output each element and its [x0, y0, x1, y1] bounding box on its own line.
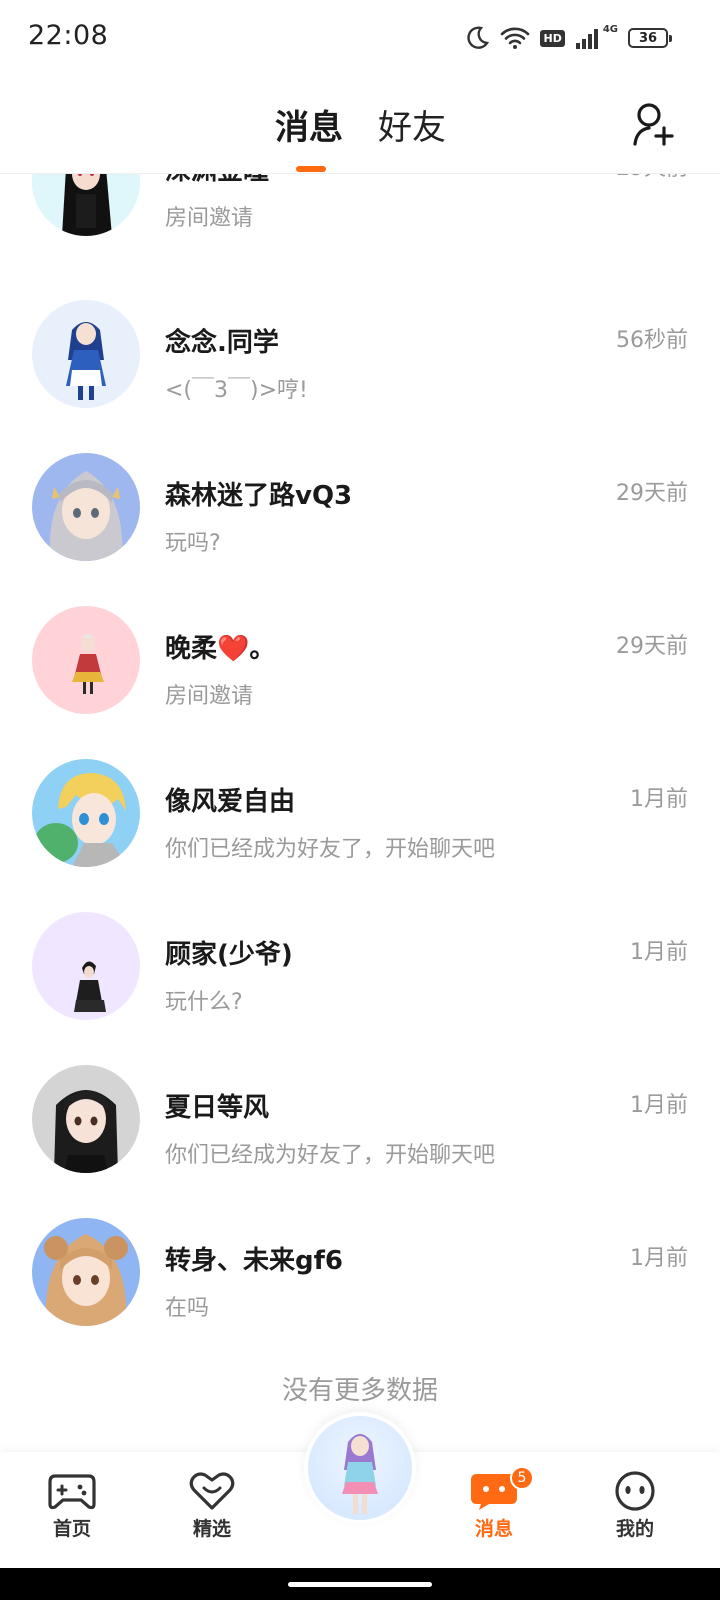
message-preview: <(￣3￣)>哼!	[165, 378, 308, 403]
hd-badge: HD	[540, 29, 565, 47]
status-bar: 22:08 HD 4G 36	[0, 0, 720, 78]
message-preview: 玩吗?	[165, 531, 221, 556]
avatar[interactable]	[32, 174, 140, 236]
message-time: 1月前	[630, 1093, 688, 1118]
conversation-item[interactable]: 像风爱自由 1月前 你们已经成为好友了，开始聊天吧	[0, 759, 720, 915]
network-type: 4G	[602, 24, 618, 35]
avatar	[308, 1416, 412, 1520]
face-icon	[615, 1471, 655, 1511]
bottom-nav: 首页 精选 消息 5 我的	[0, 1412, 720, 1568]
gesture-area	[0, 1568, 720, 1600]
message-time: 29天前	[616, 634, 688, 659]
tab-messages[interactable]: 消息	[275, 100, 343, 149]
message-preview: 你们已经成为好友了，开始聊天吧	[165, 837, 496, 862]
home-gesture-bar[interactable]	[288, 1582, 432, 1587]
avatar[interactable]	[32, 1218, 140, 1326]
gamepad-icon	[48, 1474, 96, 1510]
tab-friends[interactable]: 好友	[378, 100, 446, 149]
nav-profile-label: 我的	[615, 1518, 654, 1540]
contact-name: 转身、未来gf6	[165, 1246, 344, 1276]
status-icons: HD 4G 36	[464, 22, 672, 54]
status-time: 22:08	[28, 20, 109, 51]
nav-messages-label: 消息	[474, 1518, 513, 1540]
message-preview: 玩什么?	[165, 990, 243, 1015]
message-time: 1月前	[630, 940, 688, 965]
wifi-icon	[501, 27, 530, 49]
message-time: 1月前	[630, 787, 688, 812]
avatar[interactable]	[32, 912, 140, 1020]
nav-center-avatar[interactable]	[304, 1412, 416, 1524]
avatar[interactable]	[32, 1065, 140, 1173]
avatar[interactable]	[32, 759, 140, 867]
conversation-item[interactable]: 夏日等风 1月前 你们已经成为好友了，开始聊天吧	[0, 1065, 720, 1221]
avatar[interactable]	[32, 606, 140, 714]
contact-name: 森林迷了路vQ3	[165, 481, 353, 511]
conversation-item[interactable]: 顾家(少爷) 1月前 玩什么?	[0, 912, 720, 1068]
avatar[interactable]	[32, 453, 140, 561]
message-time: 56秒前	[616, 328, 688, 353]
message-time: 29天前	[616, 174, 688, 182]
header: 消息 好友	[0, 78, 720, 174]
contact-name: 晚柔❤️。	[165, 634, 276, 664]
message-preview: 你们已经成为好友了，开始聊天吧	[165, 1143, 496, 1168]
nav-home[interactable]: 首页	[22, 1470, 122, 1541]
moon-icon	[467, 26, 490, 49]
message-time: 29天前	[616, 481, 688, 506]
message-preview: 房间邀请	[165, 684, 254, 709]
add-user-icon[interactable]	[632, 102, 676, 148]
conversation-item[interactable]: 念念.同学 56秒前 <(￣3￣)>哼!	[0, 300, 720, 456]
message-time: 1月前	[630, 1246, 688, 1271]
contact-name: 深渊金瞳	[165, 174, 269, 187]
nav-featured-label: 精选	[192, 1518, 231, 1540]
conversation-item[interactable]: 森林迷了路vQ3 29天前 玩吗?	[0, 453, 720, 609]
battery-icon: 36	[628, 28, 672, 48]
contact-name: 顾家(少爷)	[165, 940, 293, 970]
contact-name: 夏日等风	[165, 1093, 270, 1123]
contact-name: 像风爱自由	[165, 787, 296, 817]
contact-name: 念念.同学	[165, 328, 279, 358]
list-end-label: 没有更多数据	[281, 1376, 438, 1406]
conversation-item[interactable]: 晚柔❤️。 29天前 房间邀请	[0, 606, 720, 762]
conversation-item[interactable]: 深渊金瞳 29天前 房间邀请	[0, 174, 720, 284]
nav-profile[interactable]: 我的	[585, 1470, 685, 1541]
unread-badge: 5	[510, 1466, 534, 1490]
avatar[interactable]	[32, 300, 140, 408]
conversation-list[interactable]: 深渊金瞳 29天前 房间邀请 念念.同学 56秒前 <(￣3￣)>哼!	[0, 174, 720, 1452]
nav-featured[interactable]: 精选	[162, 1470, 262, 1541]
heart-icon	[189, 1472, 235, 1510]
nav-home-label: 首页	[52, 1518, 91, 1540]
message-preview: 房间邀请	[165, 206, 254, 231]
signal-icon	[575, 29, 598, 49]
conversation-item[interactable]: 转身、未来gf6 1月前 在吗	[0, 1218, 720, 1374]
message-preview: 在吗	[165, 1296, 210, 1321]
tab-indicator	[296, 166, 326, 172]
